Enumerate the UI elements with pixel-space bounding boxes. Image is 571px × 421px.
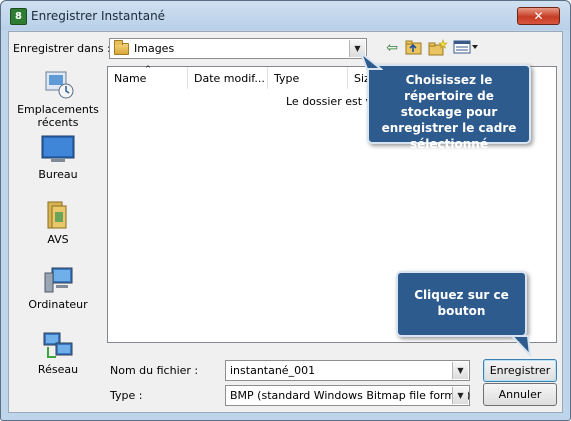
filetype-label: Type : — [110, 389, 143, 402]
sidebar-item-label: Ordinateur — [28, 298, 88, 311]
desktop-icon — [41, 135, 75, 165]
sidebar-item-label: Réseau — [37, 363, 79, 376]
column-header-date[interactable]: Date modif... — [188, 67, 268, 89]
filetype-dropdown[interactable]: BMP (standard Windows Bitmap file format… — [225, 385, 470, 406]
new-folder-icon[interactable] — [428, 39, 448, 57]
save-hint-callout: Cliquez sur ce bouton — [396, 271, 532, 357]
filetype-value: BMP (standard Windows Bitmap file format… — [230, 389, 471, 402]
avs-folder-icon — [42, 200, 74, 230]
sidebar-item-network[interactable]: Réseau — [12, 330, 104, 376]
empty-folder-message: Le dossier est vi — [286, 95, 376, 108]
window-title: Enregistrer Instantané — [31, 9, 166, 23]
view-menu-icon[interactable] — [453, 39, 479, 57]
callout-pointer-icon — [510, 335, 532, 357]
sidebar-item-label: AVS — [47, 233, 69, 246]
sort-arrow-icon: ^ — [145, 65, 151, 73]
sidebar-item-label: Bureau — [38, 168, 78, 181]
sidebar-item-label: Emplacements récents — [17, 103, 99, 129]
filename-value: instantané_001 — [230, 364, 316, 377]
title-bar[interactable]: 8 Enregistrer Instantané ✕ — [1, 1, 570, 30]
column-header-type[interactable]: Type — [268, 67, 348, 89]
save-in-dropdown[interactable]: Images ▼ — [109, 38, 367, 59]
filename-label: Nom du fichier : — [110, 364, 199, 377]
avs-app-icon: 8 — [10, 8, 27, 25]
save-button[interactable]: Enregistrer — [483, 359, 557, 382]
computer-icon — [42, 265, 74, 295]
chevron-down-icon[interactable]: ▼ — [452, 362, 468, 379]
folder-hint-text: Choisissez le répertoire de stockage pou… — [381, 73, 517, 151]
folder-icon — [114, 40, 129, 55]
save-hint-text: Cliquez sur ce bouton — [414, 288, 509, 318]
network-icon — [42, 330, 74, 360]
callout-pointer-icon — [359, 52, 383, 70]
column-header-name[interactable]: Name ^ — [108, 65, 188, 89]
up-folder-icon[interactable] — [405, 39, 423, 57]
sidebar-item-computer[interactable]: Ordinateur — [12, 265, 104, 311]
close-button[interactable]: ✕ — [517, 7, 560, 25]
recent-places-icon — [42, 70, 74, 100]
sidebar-item-desktop[interactable]: Bureau — [12, 135, 104, 181]
sidebar-item-avs[interactable]: AVS — [12, 200, 104, 246]
filename-input[interactable]: instantané_001 ▼ — [225, 360, 470, 381]
chevron-down-icon[interactable]: ▼ — [452, 387, 468, 404]
folder-hint-callout: Choisissez le répertoire de stockage pou… — [359, 52, 531, 151]
sidebar-item-recent-places[interactable]: Emplacements récents — [12, 70, 104, 129]
save-in-label: Enregistrer dans : — [13, 42, 111, 55]
save-in-value: Images — [134, 42, 175, 55]
back-arrow-icon[interactable]: ⇦ — [384, 39, 400, 57]
cancel-button[interactable]: Annuler — [483, 383, 557, 406]
